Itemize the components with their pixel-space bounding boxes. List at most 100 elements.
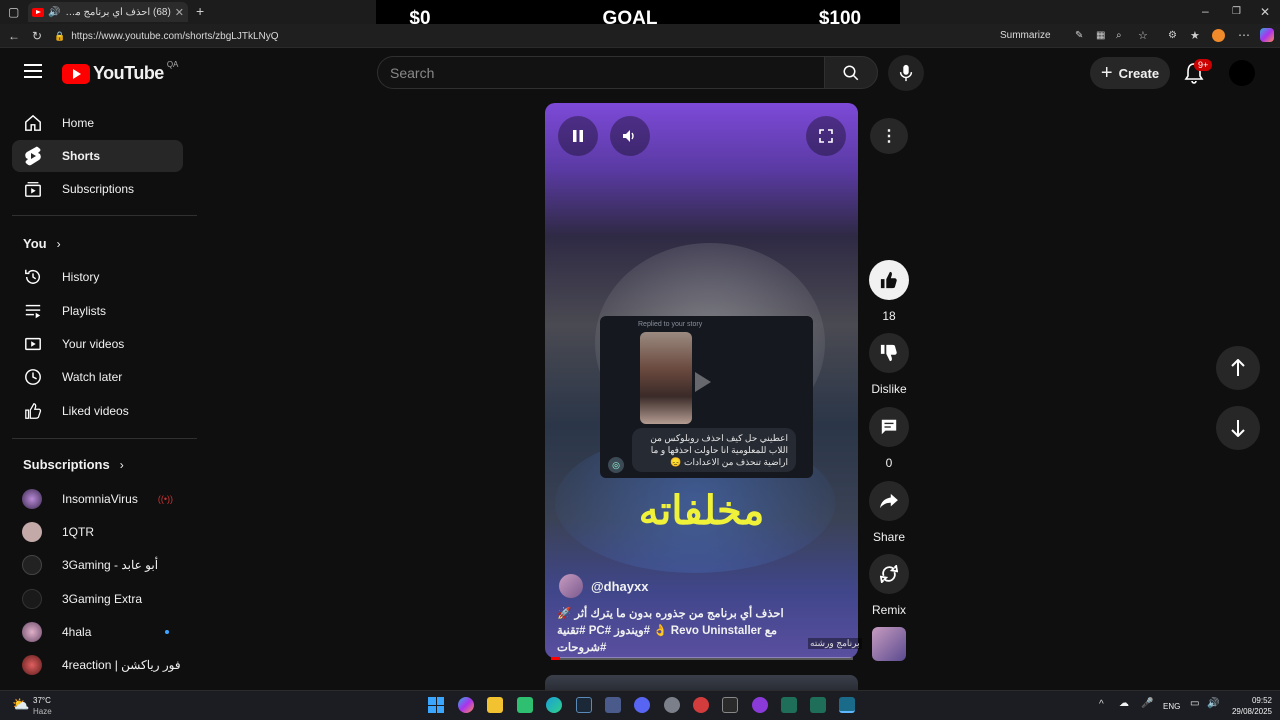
subscription-label: 3Gaming - أبو عابد	[62, 558, 159, 572]
summarize-button[interactable]: Summarize	[1000, 30, 1051, 41]
more-menu-icon[interactable]: ⋯	[1238, 29, 1250, 41]
like-action[interactable]: 18	[868, 260, 910, 323]
speaker-icon[interactable]: 🔊	[48, 7, 60, 18]
browser-tab[interactable]: 🔊 (68) احذف أي برنامج من جذور ✕	[28, 2, 188, 22]
refresh-icon[interactable]: ↻	[32, 30, 42, 42]
zoom-icon[interactable]: ⌕	[1116, 30, 1122, 42]
share-button[interactable]	[869, 481, 909, 521]
temperature[interactable]: 37°C	[33, 696, 51, 705]
display-icon[interactable]: ▭	[1190, 698, 1199, 709]
lock-icon[interactable]: 🔒	[54, 31, 65, 42]
epic-games-icon[interactable]	[722, 697, 738, 713]
file-explorer-icon[interactable]	[487, 697, 503, 713]
channel-avatar[interactable]	[559, 574, 583, 598]
favorites-icon[interactable]: ★	[1190, 30, 1200, 42]
fullscreen-button[interactable]	[806, 116, 846, 156]
next-short-preview[interactable]	[545, 675, 858, 690]
like-button[interactable]	[869, 260, 909, 300]
sidebar-item-your-videos[interactable]: Your videos	[12, 328, 183, 360]
app-icon[interactable]	[752, 697, 768, 713]
close-tab-icon[interactable]: ✕	[175, 6, 184, 19]
network-cloud-icon[interactable]: ☁	[1119, 698, 1129, 709]
settings-icon[interactable]	[664, 697, 680, 713]
app-icon[interactable]	[781, 697, 797, 713]
clock-time[interactable]: 09:52	[1230, 696, 1272, 705]
notifications-button[interactable]: 9+	[1184, 59, 1213, 89]
app-icon[interactable]	[693, 697, 709, 713]
subscription-item[interactable]: InsomniaVirus ((•))	[12, 483, 183, 515]
remix-button[interactable]	[869, 554, 909, 594]
sidebar-section-you[interactable]: You ›	[23, 236, 61, 251]
search-button[interactable]	[824, 56, 878, 89]
app-icon[interactable]	[517, 697, 533, 713]
speaker-icon[interactable]: 🔊	[1207, 698, 1219, 709]
pause-button[interactable]	[558, 116, 598, 156]
comments-action[interactable]: 0	[868, 407, 910, 470]
clock-date[interactable]: 29/08/2025	[1222, 707, 1272, 716]
app-icon[interactable]	[810, 697, 826, 713]
minimize-icon[interactable]: –	[1202, 5, 1209, 17]
copilot-taskbar-icon[interactable]	[458, 697, 474, 713]
next-short-button[interactable]	[1216, 406, 1260, 450]
account-avatar[interactable]	[1229, 60, 1255, 86]
maximize-icon[interactable]: ❐	[1232, 6, 1241, 18]
back-icon[interactable]: ←	[8, 30, 20, 42]
volume-button[interactable]	[610, 116, 650, 156]
dislike-button[interactable]	[869, 333, 909, 373]
steam-icon[interactable]	[576, 697, 592, 713]
apps-icon[interactable]: ▦	[1096, 30, 1105, 42]
voice-search-button[interactable]	[888, 55, 924, 91]
subscription-item[interactable]: 1QTR	[12, 516, 183, 548]
sidebar-item-subscriptions[interactable]: Subscriptions	[12, 173, 183, 205]
language-indicator[interactable]: ENG	[1163, 702, 1180, 711]
history-icon	[25, 269, 40, 284]
weather-icon[interactable]: ⛅	[12, 696, 29, 713]
profile-icon[interactable]	[1212, 29, 1225, 42]
previous-short-button[interactable]	[1216, 346, 1260, 390]
sidebar-item-home[interactable]: Home	[12, 107, 183, 139]
edit-icon[interactable]: ✎	[1075, 30, 1083, 42]
subscription-item[interactable]: 3Gaming Extra	[12, 583, 183, 615]
youtube-logo[interactable]: YouTube QA	[62, 60, 178, 84]
video-description[interactable]: احذف أي برنامج من جذوره بدون ما يترك أثر…	[557, 606, 797, 657]
sidebar-item-shorts[interactable]: Shorts	[12, 140, 183, 172]
subscription-item[interactable]: 4hala	[12, 616, 183, 648]
more-options-button[interactable]: ⋮	[870, 118, 908, 154]
sidebar-item-playlists[interactable]: Playlists	[12, 295, 183, 327]
close-window-icon[interactable]: ✕	[1260, 6, 1270, 18]
channel-avatar	[22, 555, 42, 575]
favorite-star-icon[interactable]: ☆	[1138, 30, 1148, 42]
share-action[interactable]: Share	[868, 481, 910, 544]
hamburger-menu-icon[interactable]	[24, 64, 42, 78]
store-icon[interactable]	[605, 697, 621, 713]
comments-button[interactable]	[869, 407, 909, 447]
copilot-icon[interactable]	[1260, 28, 1274, 42]
video-progress-bar[interactable]	[551, 657, 853, 660]
subscription-item[interactable]: 4reaction | فور رياكشن	[12, 649, 183, 681]
remix-action[interactable]: Remix	[868, 554, 910, 617]
extensions-icon[interactable]: ⚙	[1168, 30, 1177, 42]
windows-start-icon[interactable]	[428, 697, 444, 713]
tab-actions-icon[interactable]: ▢	[8, 6, 19, 18]
sidebar-item-liked-videos[interactable]: Liked videos	[12, 395, 183, 427]
sidebar-section-subscriptions[interactable]: Subscriptions ›	[23, 457, 124, 472]
create-button[interactable]: + Create	[1090, 57, 1170, 89]
sidebar-item-label: History	[62, 270, 100, 284]
app-icon-active[interactable]	[839, 697, 855, 713]
tab-title: (68) احذف أي برنامج من جذور	[64, 6, 171, 18]
notification-badge: 9+	[1194, 59, 1213, 71]
channel-info[interactable]: @dhayxx	[559, 574, 648, 598]
channel-handle[interactable]: @dhayxx	[591, 579, 648, 594]
microphone-icon[interactable]: 🎤	[1141, 698, 1153, 709]
discord-icon[interactable]	[634, 697, 650, 713]
edge-browser-icon[interactable]	[546, 697, 562, 713]
dislike-action[interactable]: Dislike	[868, 333, 910, 396]
sidebar-item-watch-later[interactable]: Watch later	[12, 361, 183, 393]
search-input[interactable]: Search	[377, 56, 825, 89]
chevron-up-icon[interactable]: ^	[1099, 699, 1104, 710]
new-tab-icon[interactable]: +	[196, 4, 204, 18]
subscription-item[interactable]: 3Gaming - أبو عابد	[12, 549, 183, 581]
sidebar-item-history[interactable]: History	[12, 261, 183, 293]
url-field[interactable]: 🔒 https://www.youtube.com/shorts/zbgLJTk…	[54, 28, 994, 45]
sound-thumbnail[interactable]	[872, 627, 906, 661]
